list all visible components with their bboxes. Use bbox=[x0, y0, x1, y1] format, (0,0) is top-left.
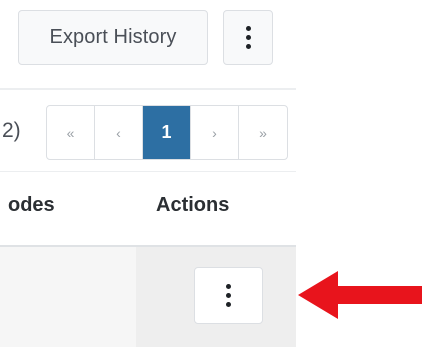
more-options-button[interactable] bbox=[223, 10, 273, 65]
kebab-vertical-icon bbox=[226, 284, 231, 307]
row-actions-button[interactable] bbox=[194, 267, 263, 324]
previous-page-button[interactable]: ‹ bbox=[95, 106, 143, 159]
pagination: « ‹ 1 › » bbox=[46, 105, 288, 160]
first-page-button[interactable]: « bbox=[47, 106, 95, 159]
column-header-actions: Actions bbox=[156, 194, 230, 216]
last-page-button[interactable]: » bbox=[239, 106, 287, 159]
divider bbox=[0, 88, 296, 90]
kebab-vertical-icon bbox=[245, 26, 251, 49]
column-header-codes: odes bbox=[8, 194, 55, 216]
red-arrow-left-icon bbox=[298, 271, 422, 319]
export-history-button[interactable]: Export History bbox=[18, 10, 208, 65]
page-1-button[interactable]: 1 bbox=[143, 106, 191, 159]
next-page-button[interactable]: › bbox=[191, 106, 239, 159]
table-row-cell bbox=[0, 247, 136, 347]
result-count-text: 2) bbox=[2, 119, 21, 142]
screenshot-canvas: Export History 2) « ‹ 1 › » odes Actions bbox=[0, 0, 422, 347]
divider bbox=[0, 171, 296, 172]
export-history-label: Export History bbox=[49, 26, 177, 48]
